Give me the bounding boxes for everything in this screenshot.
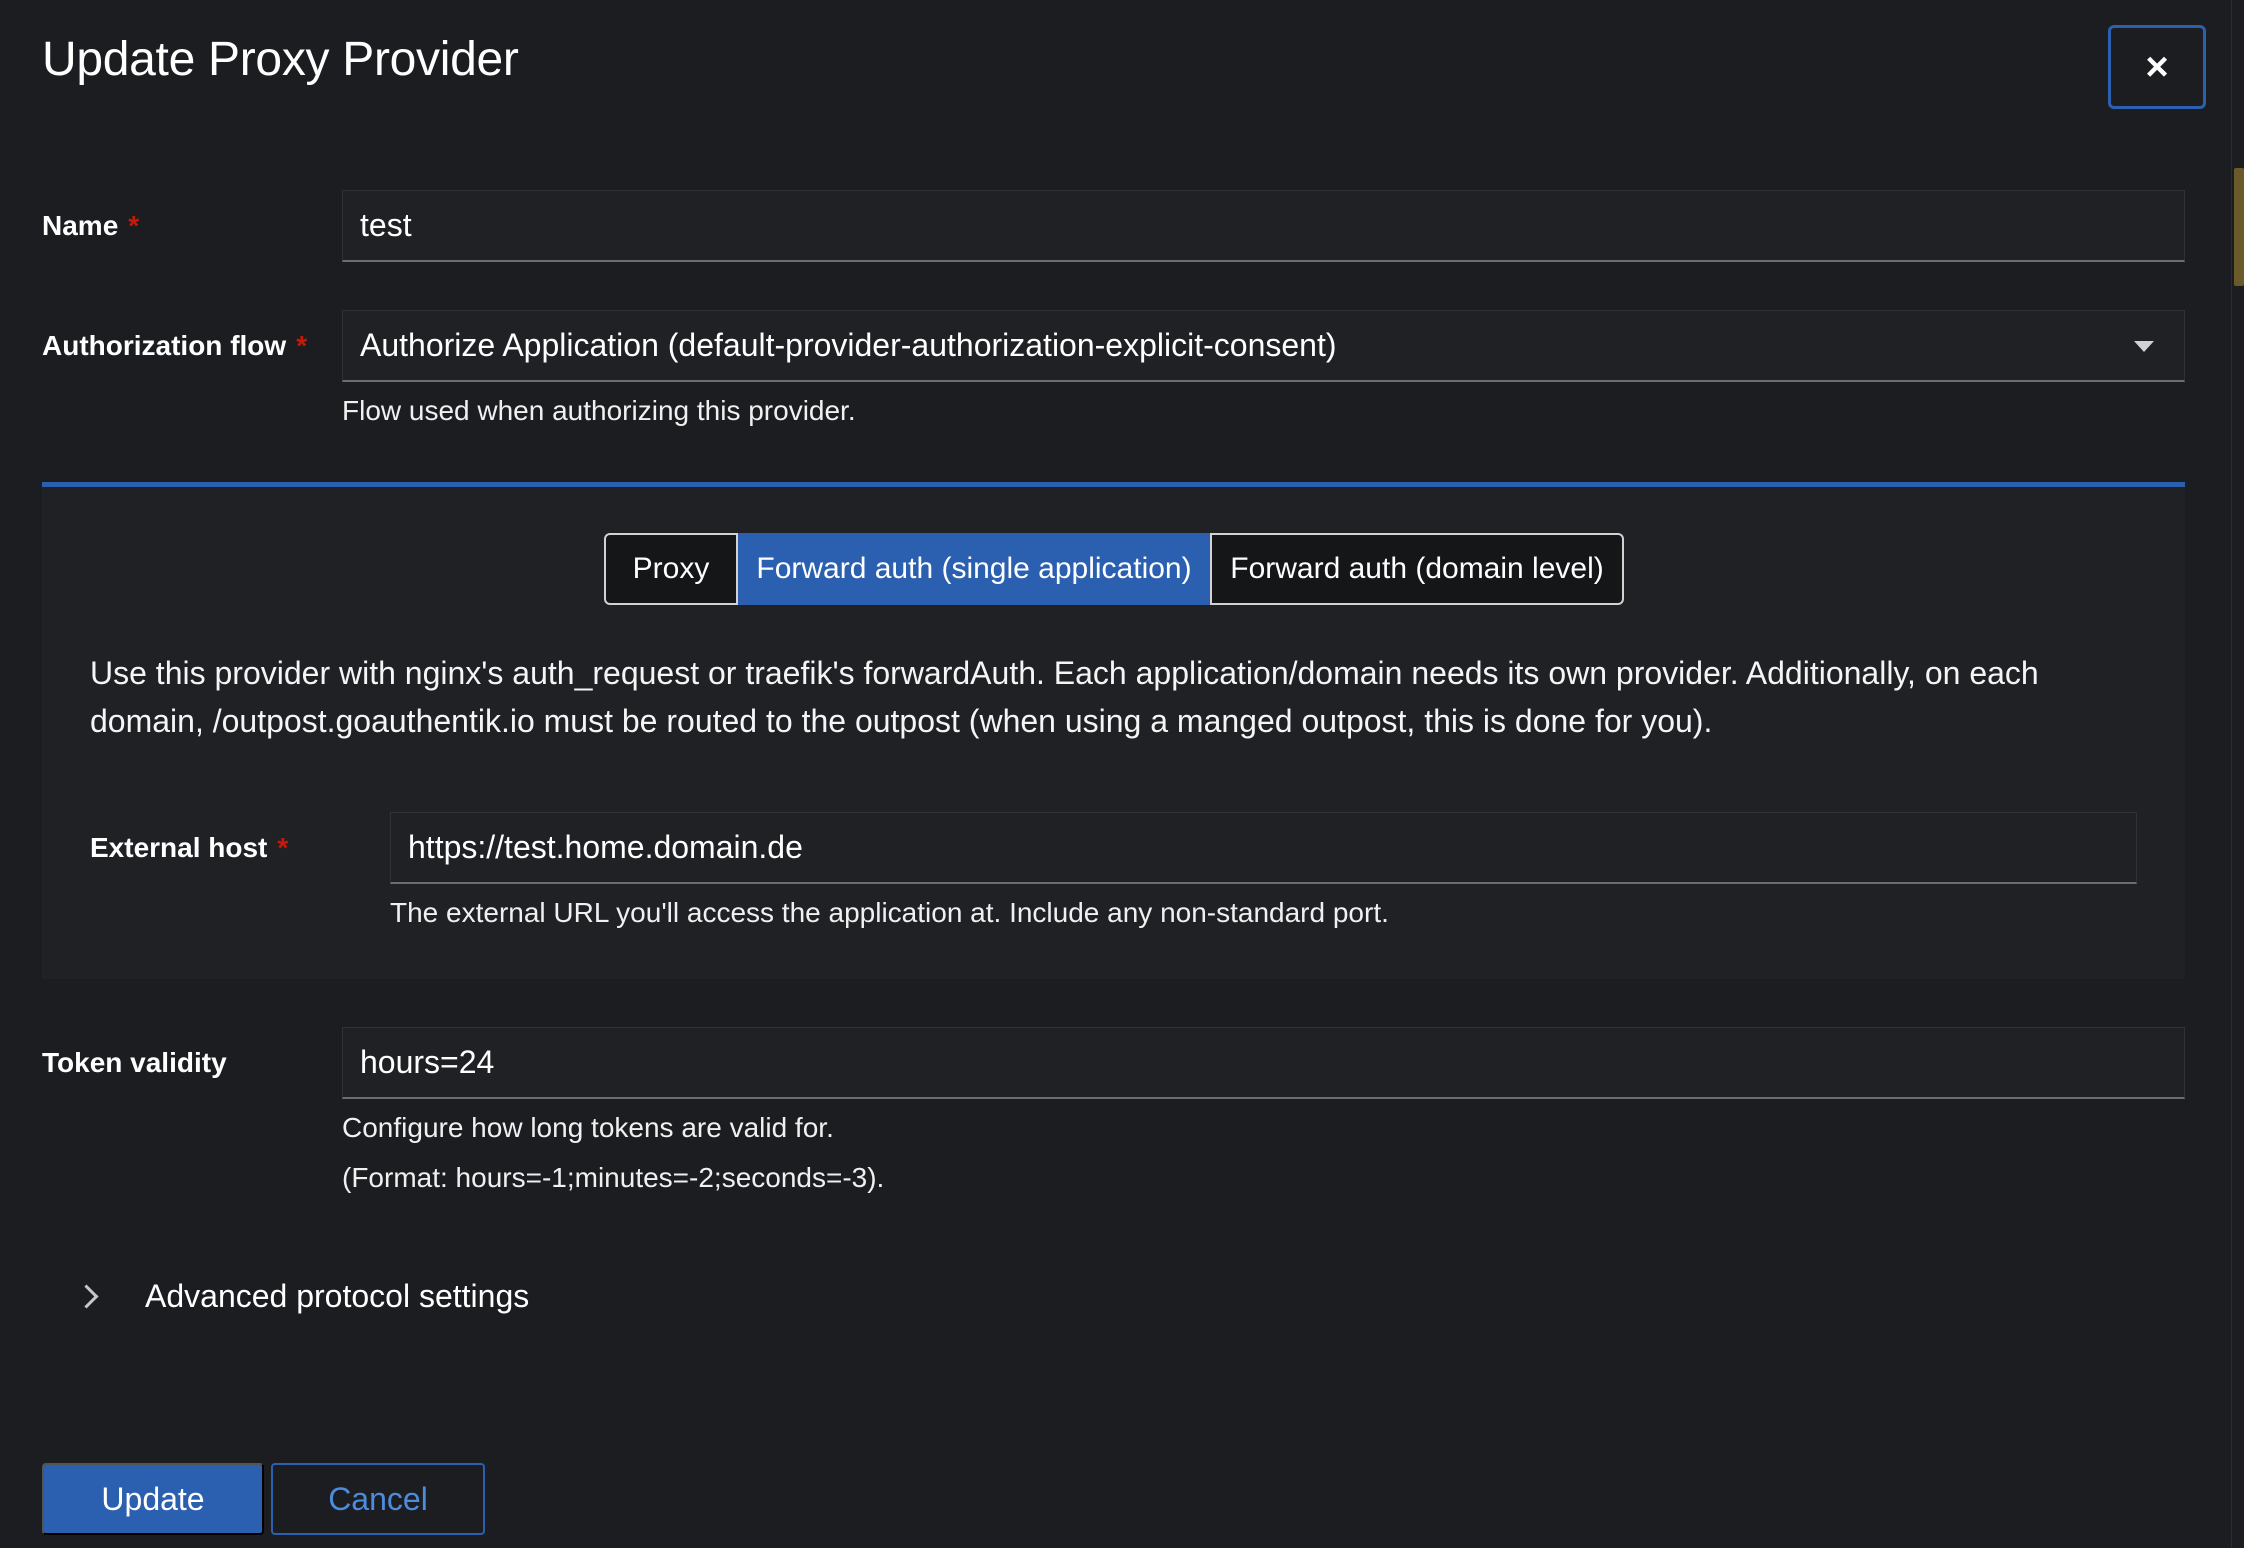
name-input[interactable]: test [342, 190, 2185, 262]
mode-option-proxy[interactable]: Proxy [604, 533, 738, 605]
update-proxy-provider-modal: Update Proxy Provider × Name * test Autho… [0, 0, 2232, 1548]
chevron-right-icon [74, 1284, 99, 1309]
mode-description: Use this provider with nginx's auth_requ… [90, 655, 2039, 739]
cancel-button[interactable]: Cancel [271, 1463, 485, 1535]
mode-option-forward-auth-single[interactable]: Forward auth (single application) [738, 533, 1210, 605]
required-mark: * [128, 210, 140, 241]
token-validity-helper: Configure how long tokens are valid for. [342, 1112, 834, 1143]
external-host-label: External host * [90, 832, 288, 864]
name-label-text: Name [42, 210, 119, 241]
required-mark: * [277, 832, 289, 863]
advanced-protocol-settings-toggle[interactable]: Advanced protocol settings [74, 1278, 530, 1315]
authorization-flow-select[interactable]: Authorize Application (default-provider-… [342, 310, 2185, 382]
mode-panel: Proxy Forward auth (single application) … [42, 482, 2185, 979]
authorization-flow-value: Authorize Application (default-provider-… [360, 327, 1337, 363]
authorization-flow-label: Authorization flow * [42, 330, 307, 362]
scrollbar[interactable] [2231, 0, 2244, 1548]
external-host-value: https://test.home.domain.de [408, 829, 803, 865]
mode-toggle-group: Proxy Forward auth (single application) … [604, 533, 1624, 605]
name-label: Name * [42, 210, 139, 242]
modal-title: Update Proxy Provider [42, 33, 519, 86]
external-host-label-text: External host [90, 832, 268, 863]
authorization-flow-helper: Flow used when authorizing this provider… [342, 395, 856, 426]
token-validity-format: (Format: hours=-1;minutes=-2;seconds=-3)… [342, 1162, 885, 1193]
close-button[interactable]: × [2108, 25, 2206, 109]
update-button[interactable]: Update [42, 1463, 264, 1535]
authorization-flow-label-text: Authorization flow [42, 330, 287, 361]
token-validity-value: hours=24 [360, 1044, 495, 1080]
chevron-down-icon [2134, 341, 2154, 352]
external-host-helper: The external URL you'll access the appli… [390, 897, 1389, 928]
mode-option-forward-auth-domain[interactable]: Forward auth (domain level) [1210, 533, 1624, 605]
close-icon: × [2145, 44, 2169, 89]
scrollbar-thumb[interactable] [2234, 168, 2244, 286]
external-host-input[interactable]: https://test.home.domain.de [390, 812, 2137, 884]
name-input-value: test [360, 207, 412, 243]
advanced-protocol-settings-label: Advanced protocol settings [145, 1278, 530, 1314]
token-validity-label: Token validity [42, 1047, 227, 1078]
required-mark: * [296, 330, 308, 361]
token-validity-input[interactable]: hours=24 [342, 1027, 2185, 1099]
